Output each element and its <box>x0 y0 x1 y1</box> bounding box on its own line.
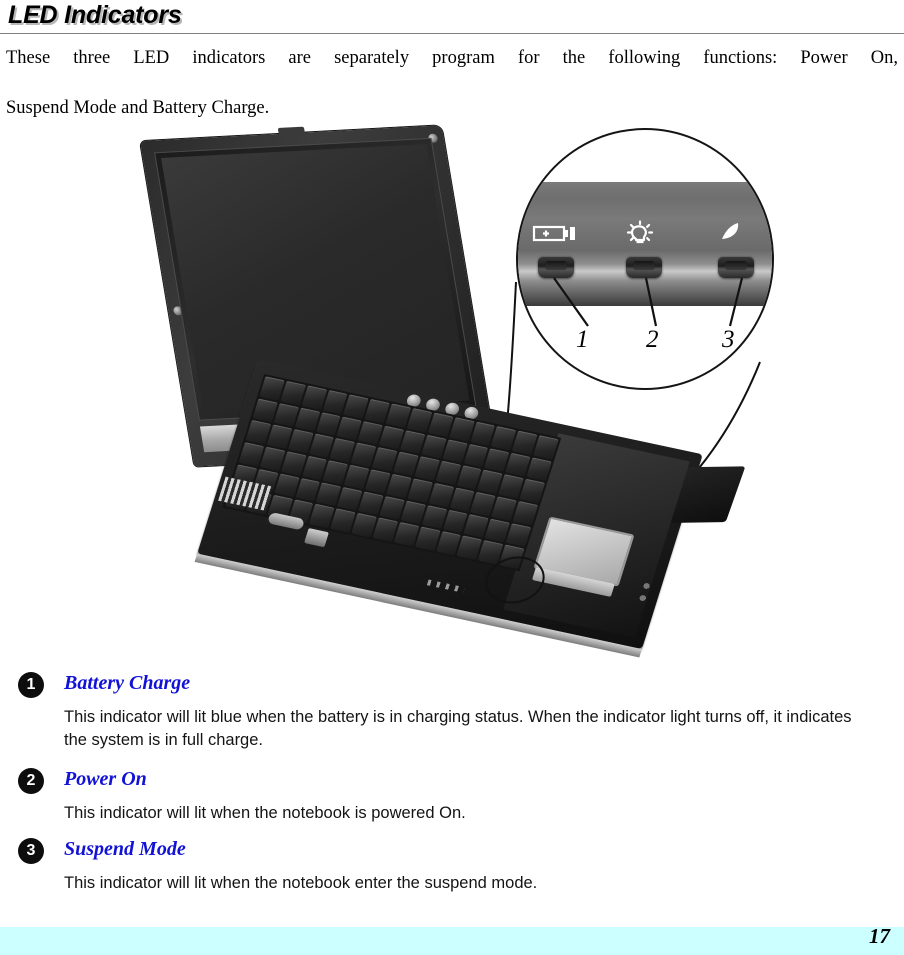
lid-latch <box>277 126 306 136</box>
figure-led-indicators: 1 2 3 <box>0 112 904 658</box>
led-indicator-strip <box>426 579 465 593</box>
callout-number-2: 2 <box>646 326 659 353</box>
list-item-body-3: This indicator will lit when the noteboo… <box>64 874 538 892</box>
list-item-body-2: This indicator will lit when the noteboo… <box>64 804 466 822</box>
callout-number-1: 1 <box>576 326 589 353</box>
keyboard-key <box>526 457 552 482</box>
rj45-port <box>304 528 329 548</box>
list-bullet-2: 2 <box>18 768 44 794</box>
keyboard-key <box>519 479 545 504</box>
laptop-keyboard <box>222 374 562 572</box>
list-bullet-3: 3 <box>18 838 44 864</box>
list-item-title-1: Battery Charge <box>64 672 191 694</box>
list-item-body-1: This indicator will lit blue when the ba… <box>64 708 852 749</box>
heading-divider <box>0 33 904 34</box>
callout-number-3: 3 <box>722 326 735 353</box>
intro-line-1: These three LED indicators are separatel… <box>6 48 898 68</box>
magnified-led-callout: 1 2 3 <box>516 128 774 390</box>
page-number: 17 <box>869 924 890 948</box>
laptop-base <box>194 358 746 658</box>
footer-band <box>0 927 904 955</box>
list-item-title-2: Power On <box>64 768 147 790</box>
list-item-title-3: Suspend Mode <box>64 838 186 860</box>
keyboard-key <box>533 435 559 460</box>
list-bullet-1: 1 <box>18 672 44 698</box>
page-title: LED Indicators <box>8 1 182 29</box>
keyboard-key <box>505 522 532 548</box>
keyboard-key <box>512 501 539 526</box>
intro-paragraph: These three LED indicators are separatel… <box>6 46 898 121</box>
